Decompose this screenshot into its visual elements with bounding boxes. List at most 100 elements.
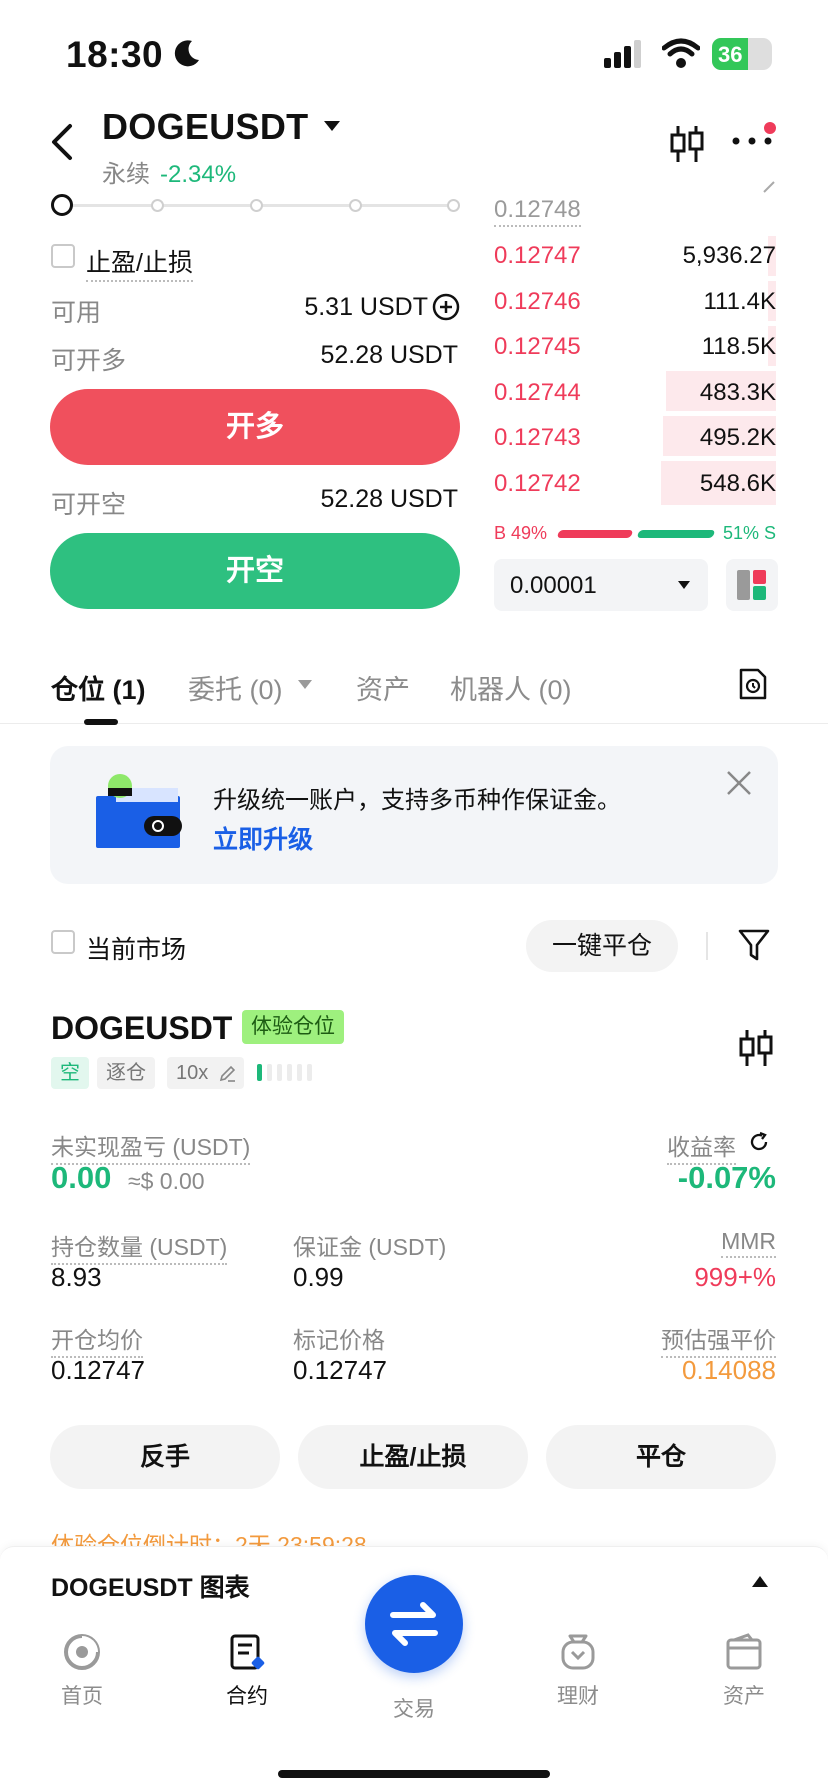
earn-icon xyxy=(561,1634,595,1670)
wallet-nav-icon xyxy=(726,1633,762,1670)
more-options-icon[interactable] xyxy=(732,137,772,145)
buy-ratio: B 49% xyxy=(494,523,548,543)
history-icon[interactable] xyxy=(738,667,768,701)
edit-icon[interactable] xyxy=(218,1065,236,1083)
close-icon[interactable] xyxy=(726,770,752,796)
close-all-button[interactable]: 一键平仓 xyxy=(526,920,678,972)
entry-price-value: 0.12747 xyxy=(51,1355,145,1385)
ask-qty: 111.4K xyxy=(703,288,776,315)
candlestick-chart-icon[interactable] xyxy=(738,1028,774,1068)
ask-qty: 548.6K xyxy=(699,470,776,497)
trade-fab-button[interactable] xyxy=(365,1575,463,1673)
side-tag: 空 xyxy=(51,1057,89,1089)
ask-price[interactable]: 0.12747 xyxy=(494,242,581,270)
cellular-signal-icon xyxy=(604,40,644,68)
nav-home-label: 首页 xyxy=(61,1685,103,1708)
tpsl-button[interactable]: 止盈/止损 xyxy=(298,1425,528,1489)
ask-price[interactable]: 0.12742 xyxy=(494,470,581,498)
orderbook-layout-icon[interactable] xyxy=(726,559,778,611)
symbol-selector[interactable]: DOGEUSDT xyxy=(102,106,308,148)
risk-level-bar xyxy=(287,1064,292,1081)
tab-orders[interactable]: 委托 (0) xyxy=(188,668,283,707)
sell-ratio-bar xyxy=(636,530,716,538)
caret-down-icon[interactable] xyxy=(298,680,312,690)
wifi-icon xyxy=(662,38,700,68)
contract-subtitle: 永续 -2.34% xyxy=(102,154,236,189)
open-long-button[interactable]: 开多 xyxy=(50,389,460,465)
contract-type: 永续 xyxy=(102,161,150,188)
candlestick-chart-icon[interactable] xyxy=(668,124,706,164)
risk-level-bar xyxy=(307,1064,312,1081)
position-symbol[interactable]: DOGEUSDT xyxy=(51,1010,232,1047)
upnl-value: 0.00 xyxy=(51,1160,112,1195)
risk-level-bar xyxy=(257,1064,262,1081)
ask-price[interactable]: 0.12743 xyxy=(494,424,581,452)
slider-step-dot[interactable] xyxy=(349,199,362,212)
caret-down-icon xyxy=(678,581,690,589)
slider-step-dot[interactable] xyxy=(151,199,164,212)
caret-down-icon[interactable] xyxy=(323,120,341,132)
status-time: 18:30 xyxy=(66,34,164,75)
last-price[interactable]: 0.12748 xyxy=(494,196,581,227)
leverage-value: 10x xyxy=(176,1062,209,1084)
open-short-value: 52.28 USDT xyxy=(320,485,458,513)
upgrade-now-link[interactable]: 立即升级 xyxy=(213,820,313,856)
battery-icon: 36 xyxy=(712,38,772,70)
add-circle-icon[interactable] xyxy=(432,293,460,321)
nav-earn[interactable]: 理财 xyxy=(518,1632,638,1710)
nav-futures[interactable]: 合约 xyxy=(187,1632,307,1710)
filter-icon[interactable] xyxy=(738,928,770,962)
tab-assets[interactable]: 资产 xyxy=(356,668,410,707)
precision-dropdown[interactable]: 0.00001 xyxy=(494,559,708,611)
active-tab-indicator xyxy=(84,719,118,725)
trial-position-badge: 体验仓位 xyxy=(242,1010,344,1044)
home-icon xyxy=(64,1634,100,1670)
back-arrow-icon[interactable] xyxy=(50,122,74,162)
swap-arrows-icon xyxy=(390,1602,438,1646)
mark-price-value: 0.12747 xyxy=(293,1355,387,1385)
mmr-value: 999+% xyxy=(694,1262,776,1292)
margin-label: 保证金 (USDT) xyxy=(293,1234,447,1260)
margin-mode-tag: 逐仓 xyxy=(97,1057,155,1089)
slider-handle[interactable] xyxy=(51,194,73,216)
slider-step-dot[interactable] xyxy=(447,199,460,212)
tpsl-checkbox[interactable] xyxy=(51,244,75,268)
ask-qty: 5,936.27 xyxy=(682,242,776,269)
open-short-button[interactable]: 开空 xyxy=(50,533,460,609)
expand-icon[interactable] xyxy=(762,180,776,194)
roe-value: -0.07% xyxy=(677,1160,776,1195)
battery-level: 36 xyxy=(718,42,743,67)
ask-qty: 483.3K xyxy=(699,379,776,406)
nav-assets[interactable]: 资产 xyxy=(684,1632,804,1710)
liq-price-label: 预估强平价 xyxy=(661,1321,776,1358)
nav-earn-label: 理财 xyxy=(557,1685,599,1708)
nav-trade-label[interactable]: 交易 xyxy=(354,1693,474,1723)
current-market-label: 当前市场 xyxy=(86,936,187,964)
caret-up-icon[interactable] xyxy=(752,1576,768,1587)
open-short-label: 可开空 xyxy=(51,491,127,519)
chart-panel-title: DOGEUSDT 图表 xyxy=(51,1574,250,1602)
risk-level-bar xyxy=(277,1064,282,1081)
nav-home[interactable]: 首页 xyxy=(22,1632,142,1710)
refresh-icon[interactable] xyxy=(748,1131,770,1153)
tab-positions[interactable]: 仓位 (1) xyxy=(51,668,146,707)
precision-value: 0.00001 xyxy=(510,572,597,599)
tab-divider xyxy=(0,723,828,724)
buy-ratio-bar xyxy=(556,530,634,538)
divider xyxy=(706,932,708,960)
home-indicator xyxy=(278,1770,550,1778)
ask-price[interactable]: 0.12746 xyxy=(494,288,581,316)
price-change: -2.34% xyxy=(160,161,237,188)
sell-ratio: 51% S xyxy=(722,523,776,543)
current-market-checkbox[interactable] xyxy=(51,930,75,954)
open-long-label: 可开多 xyxy=(51,347,127,375)
slider-step-dot[interactable] xyxy=(250,199,263,212)
ask-price[interactable]: 0.12745 xyxy=(494,333,581,361)
wallet-icon xyxy=(92,774,188,852)
ask-price[interactable]: 0.12744 xyxy=(494,379,581,407)
reverse-button[interactable]: 反手 xyxy=(50,1425,280,1489)
nav-assets-label: 资产 xyxy=(723,1685,765,1708)
size-value: 8.93 xyxy=(51,1262,102,1292)
tab-bots[interactable]: 机器人 (0) xyxy=(450,668,572,707)
close-position-button[interactable]: 平仓 xyxy=(546,1425,776,1489)
